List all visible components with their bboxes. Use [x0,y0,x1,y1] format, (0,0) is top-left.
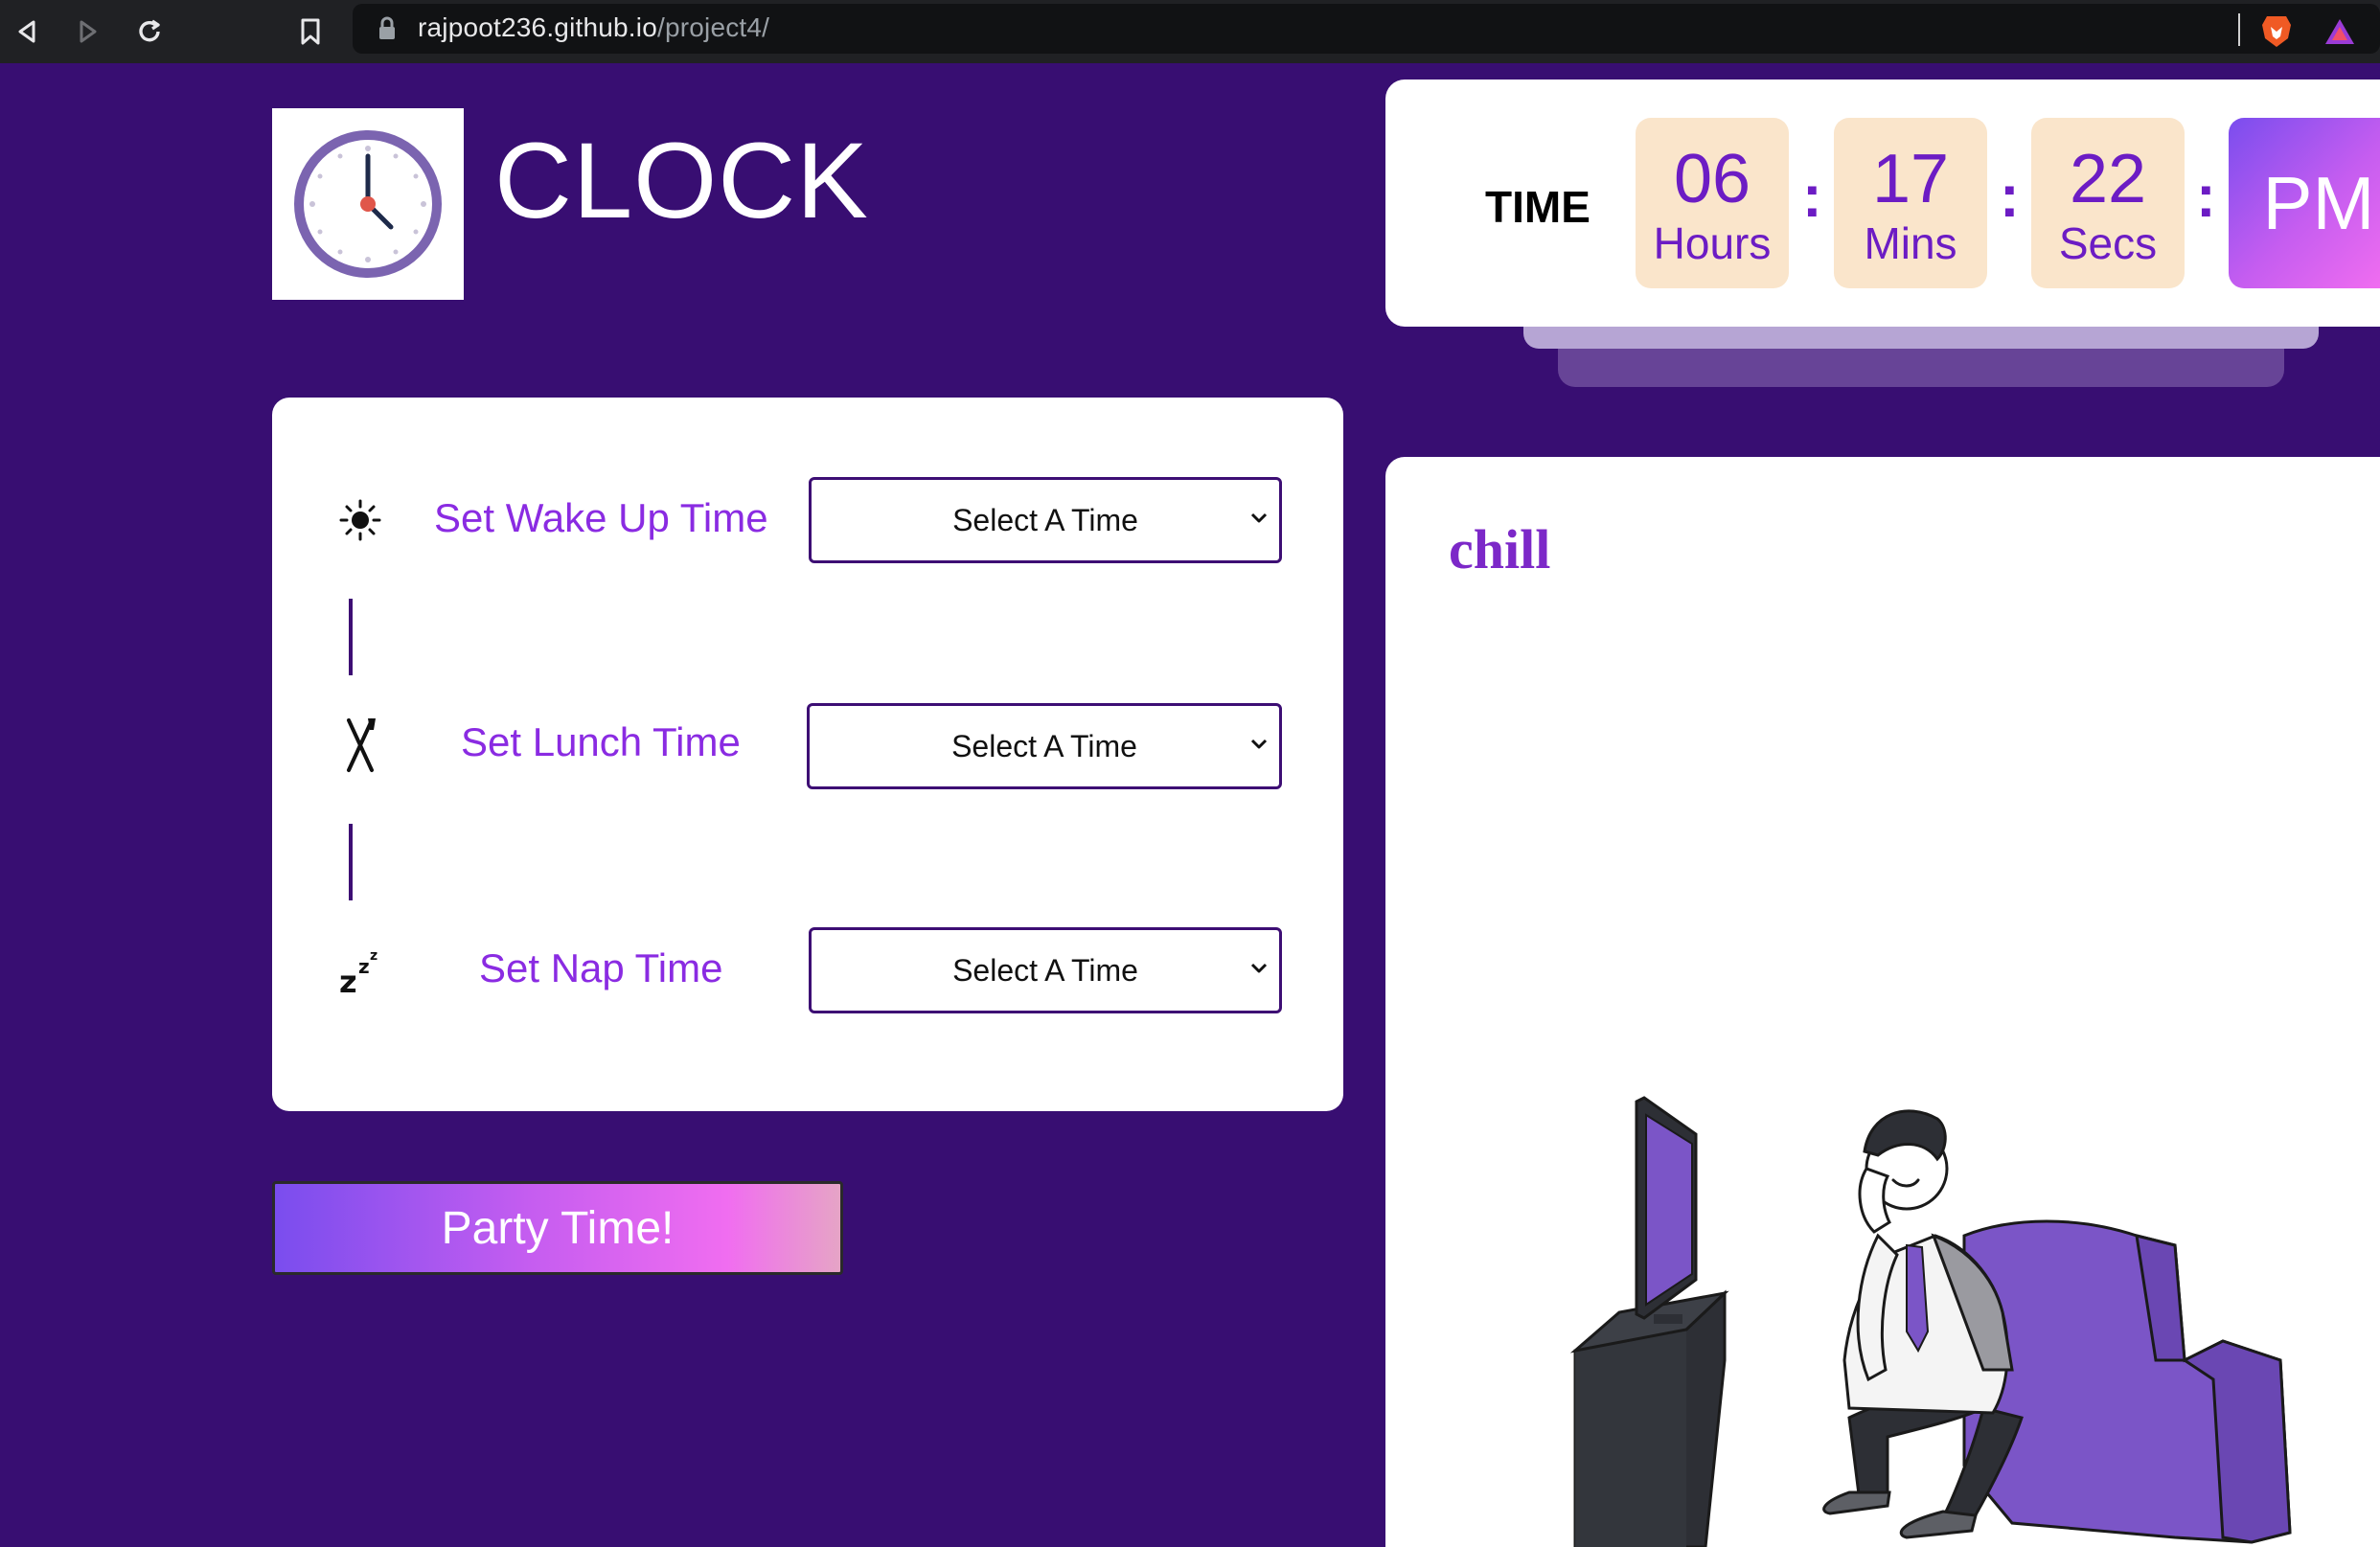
time-label: TIME [1485,182,1590,232]
timeline-connector [349,824,353,900]
hours-box: 06 Hours [1636,118,1789,288]
page-title: CLOCK [494,121,869,240]
sleep-zzz-icon: z z z [332,943,389,1000]
seconds-box: 22 Secs [2031,118,2185,288]
back-icon [18,20,35,43]
forward-icon [80,20,97,43]
forward-button[interactable] [67,11,109,53]
minutes-label: Mins [1864,218,1957,268]
clock-icon [294,130,442,278]
reload-icon [139,19,160,42]
mood-title: chill [1449,518,1551,580]
seconds-label: Secs [2058,218,2158,268]
nap-time-value: Select A Time [952,952,1138,988]
nap-time-label: Set Nap Time [479,945,723,990]
toolbar-divider [2238,13,2240,46]
lunch-time-select[interactable]: Select A Time [807,703,1282,789]
fork-knife-icon [332,717,389,774]
back-button[interactable] [6,11,48,53]
minutes-box: 17 Mins [1834,118,1987,288]
bookmark-button[interactable] [289,11,332,53]
wake-time-value: Select A Time [952,502,1138,537]
brave-lion-icon [2262,16,2291,47]
browser-toolbar: rajpoot236.github.io/project4/ [0,0,2380,63]
wake-time-label: Set Wake Up Time [434,495,768,540]
hours-label: Hours [1653,218,1772,268]
minutes-value: 17 [1871,141,1950,217]
chevron-down-icon [1250,963,1268,973]
svg-text:z: z [370,948,378,964]
sun-icon [332,491,389,549]
hours-value: 06 [1673,141,1751,217]
lock-icon [379,16,395,39]
chevron-down-icon [1250,512,1268,523]
timeline-connector [349,599,353,675]
reload-button[interactable] [128,11,171,53]
time-separator: : [1802,164,1822,230]
nap-time-select[interactable]: Select A Time [809,927,1282,1013]
ampm-value: PM [2262,160,2375,245]
lunch-time-value: Select A Time [951,728,1137,763]
clock-logo [272,108,464,300]
rewards-triangle-icon [2325,19,2354,44]
url-text: rajpoot236.github.io/project4/ [418,12,769,43]
man-watching-tv-illustration [1569,1096,2292,1547]
time-separator: : [2196,164,2216,230]
chevron-down-icon [1250,739,1268,749]
url-path: /project4/ [656,12,770,42]
party-time-button[interactable]: Party Time! [272,1181,843,1275]
bookmark-icon [301,18,320,45]
lunch-time-label: Set Lunch Time [461,719,741,764]
url-host: rajpoot236.github.io [418,12,657,42]
seconds-value: 22 [2069,141,2147,217]
svg-text:z: z [339,964,357,996]
brave-shields-button[interactable] [2255,11,2298,53]
time-separator: : [2000,164,2020,230]
brave-rewards-button[interactable] [2319,11,2361,53]
svg-text:z: z [358,955,370,978]
wake-time-select[interactable]: Select A Time [809,477,1282,563]
ampm-box: PM [2229,118,2380,288]
